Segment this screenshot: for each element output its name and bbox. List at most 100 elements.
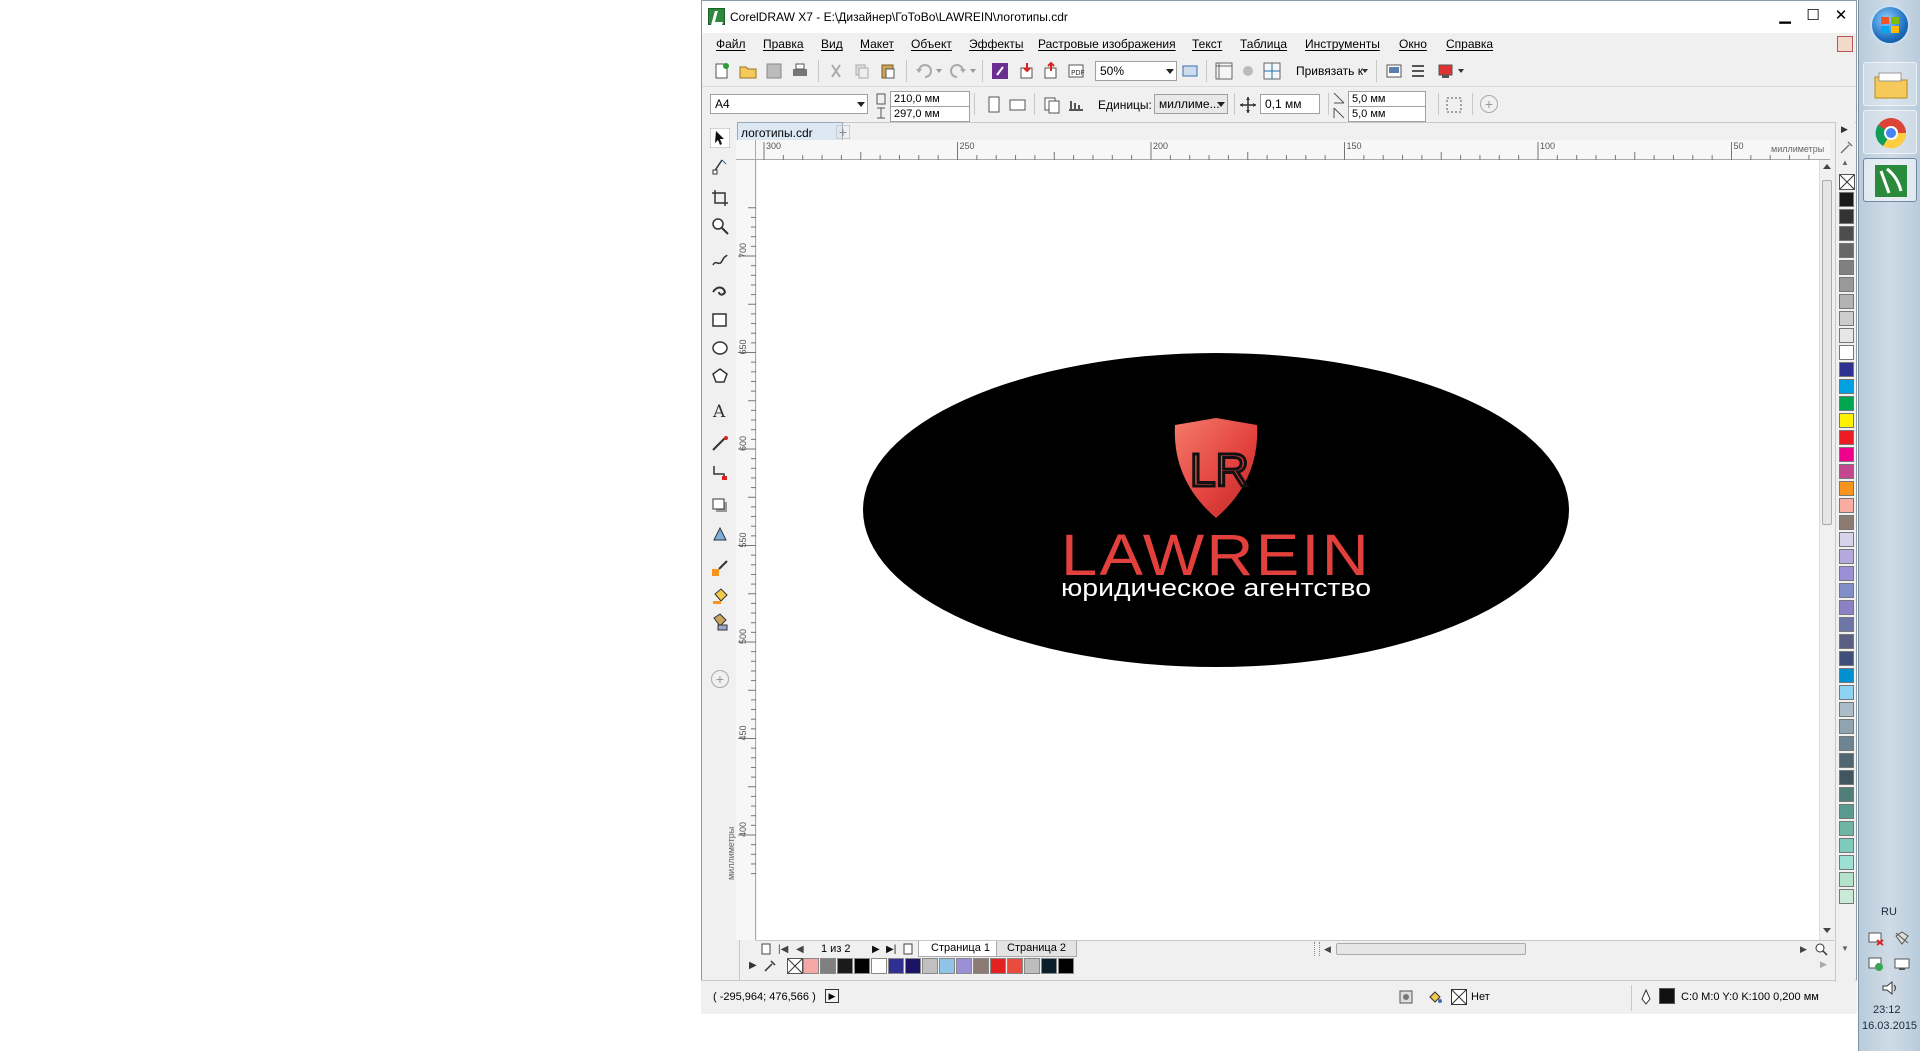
palette-swatch[interactable] [1839,243,1854,258]
menu-bitmaps[interactable]: Растровые изображения [1038,37,1176,51]
palette-swatch[interactable] [1839,804,1854,819]
undo-dropdown-icon[interactable] [936,69,942,73]
palette-swatch[interactable] [1839,498,1854,513]
palette-swatch[interactable] [1839,634,1854,649]
palette-swatch[interactable] [1839,668,1854,683]
palette-eyedropper-icon[interactable] [1839,140,1854,155]
add-tool-icon[interactable]: + [711,670,729,688]
palette-swatch[interactable] [1839,719,1854,734]
transparency-tool-icon[interactable] [710,524,730,544]
tray-volume-icon[interactable] [1881,980,1899,996]
palette-swatch[interactable] [1839,702,1854,717]
palette-swatch[interactable] [1839,379,1854,394]
doc-palette-swatch[interactable] [1007,958,1023,974]
doc-palette-swatch[interactable] [905,958,921,974]
doc-palette-swatch[interactable] [1058,958,1074,974]
doc-palette-eyedropper-icon[interactable] [763,959,777,973]
rectangle-tool-icon[interactable] [710,310,730,330]
show-guidelines-icon[interactable] [1262,61,1282,81]
search-content-icon[interactable] [990,61,1010,81]
doc-palette-swatch[interactable] [990,958,1006,974]
menu-table[interactable]: Таблица [1240,37,1287,51]
doc-palette-scroll-icon[interactable]: ▶ [1820,959,1827,970]
next-page-icon[interactable]: ▶ [872,944,880,955]
zoom-navigator-icon[interactable] [1814,942,1828,956]
no-fill-swatch-icon[interactable] [787,958,803,974]
palette-swatch[interactable] [1839,345,1854,360]
palette-swatch[interactable] [1839,430,1854,445]
color-proof-icon[interactable] [1398,989,1414,1005]
first-page-icon[interactable]: |◀ [778,944,788,955]
menu-tools[interactable]: Инструменты [1305,37,1380,51]
palette-swatch[interactable] [1839,821,1854,836]
landscape-icon[interactable] [1008,95,1028,115]
drawing-canvas[interactable]: LR LAWREIN юридическое агентство [757,160,1819,940]
print-icon[interactable] [790,61,810,81]
tray-display-icon[interactable] [1893,956,1911,972]
add-toolbar-item-icon[interactable]: + [1480,95,1498,113]
menu-help[interactable]: Справка [1446,37,1493,51]
redo-icon[interactable] [948,61,968,81]
show-grid-icon[interactable] [1238,61,1258,81]
doc-palette-swatch[interactable] [871,958,887,974]
text-tool-icon[interactable]: A [710,400,730,420]
palette-swatch[interactable] [1839,838,1854,853]
palette-swatch[interactable] [1839,600,1854,615]
maximize-button[interactable]: ☐ [1800,5,1826,27]
palette-swatch[interactable] [1839,889,1854,904]
palette-swatch[interactable] [1839,651,1854,666]
launcher-dropdown-icon[interactable] [1458,69,1464,73]
application-launcher-icon[interactable] [1436,61,1456,81]
freehand-tool-icon[interactable] [710,250,730,270]
palette-scroll-down-icon[interactable]: ▼ [1841,944,1849,953]
palette-swatch[interactable] [1839,770,1854,785]
cut-icon[interactable] [826,61,846,81]
palette-swatch[interactable] [1839,277,1854,292]
palette-swatch[interactable] [1839,787,1854,802]
treat-as-filled-icon[interactable] [1444,95,1464,115]
logo-artwork[interactable]: LR LAWREIN юридическое агентство [757,160,1819,940]
close-button[interactable]: ✕ [1828,5,1854,27]
doc-palette-swatch[interactable] [956,958,972,974]
pick-tool-icon[interactable] [710,128,730,148]
doc-palette-swatch[interactable] [1041,958,1057,974]
menu-object[interactable]: Объект [911,37,952,51]
scroll-up-icon[interactable] [1823,164,1831,169]
polygon-tool-icon[interactable] [710,366,730,386]
menu-file[interactable]: Файл [716,37,746,51]
prev-page-icon[interactable]: ◀ [796,944,804,955]
status-play-icon[interactable]: ▶ [825,989,839,1003]
color-eyedropper-tool-icon[interactable] [710,558,730,578]
all-pages-icon[interactable] [1042,95,1062,115]
palette-swatch[interactable] [1839,532,1854,547]
snap-dropdown-icon[interactable] [1362,69,1368,73]
palette-swatch[interactable] [1839,192,1854,207]
palette-swatch[interactable] [1839,736,1854,751]
fill-bucket-icon[interactable] [1427,989,1443,1005]
document-tab[interactable]: логотипы.cdr [737,122,843,142]
start-button[interactable] [1870,5,1910,45]
options-icon[interactable] [1408,61,1428,81]
vertical-scrollbar[interactable] [1819,160,1833,940]
nudge-distance-field[interactable]: 0,1 мм [1260,94,1320,114]
crop-tool-icon[interactable] [710,188,730,208]
doc-palette-swatch[interactable] [803,958,819,974]
doc-palette-swatch[interactable] [837,958,853,974]
publish-pdf-icon[interactable]: PDF [1066,61,1086,81]
palette-scroll-up-icon[interactable]: ▲ [1841,158,1849,167]
palette-swatch[interactable] [1839,226,1854,241]
units-select[interactable]: миллиме... [1154,94,1228,114]
doc-palette-swatch[interactable] [888,958,904,974]
taskbar-explorer[interactable] [1863,62,1917,106]
duplicate-distance-y-field[interactable]: 5,0 мм [1348,106,1426,122]
add-page-before-icon[interactable] [760,943,772,955]
new-tab-icon[interactable]: + [836,125,850,139]
palette-swatch[interactable] [1839,617,1854,632]
menu-layout[interactable]: Макет [860,37,894,51]
paste-icon[interactable] [878,61,898,81]
portrait-icon[interactable] [984,95,1004,115]
page-tab-1[interactable]: Страница 1 [918,941,1004,957]
new-document-icon[interactable] [712,61,732,81]
tray-action-center-icon[interactable] [1867,956,1885,972]
shape-tool-icon[interactable] [710,156,730,176]
